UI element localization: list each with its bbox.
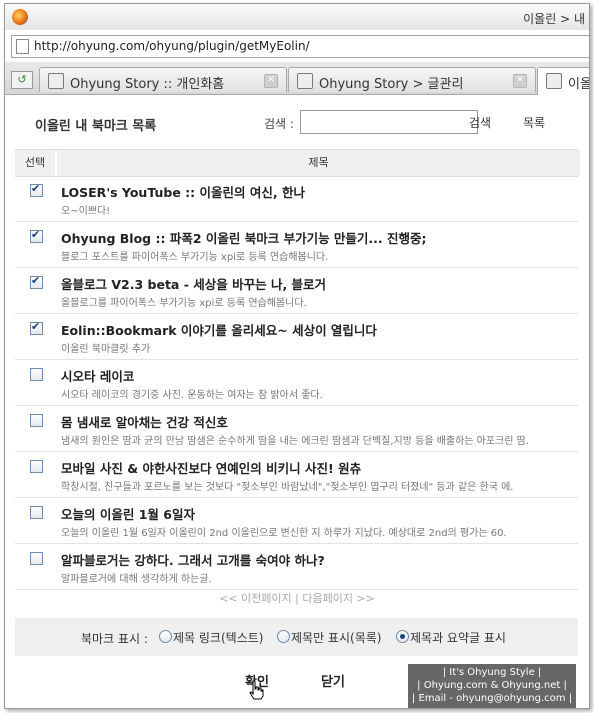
bookmark-title[interactable]: LOSER's YouTube :: 이올린의 여신, 한나 <box>61 182 305 201</box>
browser-window: 이올린 > 내 http://ohyung.com/ohyung/plugin/… <box>4 3 590 709</box>
tab-label: 이올 <box>568 77 590 92</box>
hand-cursor-icon <box>249 680 264 700</box>
table-row: 알파블로거는 강하다. 그래서 고개를 숙여야 하나? 알파블로거에 대해 생각하… <box>15 544 578 590</box>
bookmark-checkbox[interactable] <box>30 414 43 427</box>
bookmark-title[interactable]: 모바일 사진 & 야한사진보다 연예인의 비키니 사진! 원츄 <box>61 458 361 477</box>
radio-title-link-label[interactable]: 제목 링크(텍스트) <box>173 629 263 646</box>
page-title: 이올린 내 북마크 목록 <box>35 119 157 134</box>
close-icon[interactable]: ✕ <box>264 74 278 88</box>
favicon-icon <box>297 73 313 89</box>
table-row: 시오타 레이코시오타 레이코의 경기중 사진. 운동하는 여자는 참 밝아서 좋… <box>15 360 578 406</box>
favicon-icon <box>546 73 562 89</box>
bookmark-summary: 시오타 레이코의 경기중 사진. 운동하는 여자는 참 밝아서 좋다. <box>61 390 323 401</box>
pagination[interactable]: << 이전페이지 | 다음페이지 >> <box>5 590 589 606</box>
bookmark-checkbox[interactable] <box>30 274 43 289</box>
search-button[interactable]: 검색 <box>469 114 491 131</box>
page-content: 이올린 내 북마크 목록 검색 : 검색 목록 선택 제목 LOSER's Yo… <box>5 95 589 708</box>
bookmark-title[interactable]: 오늘의 이올린 1월 6일자 <box>61 504 195 523</box>
bookmark-summary: 올블로그를 파이어폭스 부가기능 xpi로 등록 연습해봅니다. <box>61 298 307 309</box>
table-row: 올블로그 V2.3 beta - 세상을 바꾸는 나, 블로거올블로그를 파이어… <box>15 268 578 314</box>
table-row: Eolin::Bookmark 이야기를 올리세요~ 세상이 열립니다이올린 북… <box>15 314 578 360</box>
display-options-label: 북마크 표시 : <box>81 632 148 646</box>
column-header-select: 선택 <box>15 150 55 176</box>
bookmark-checkbox[interactable] <box>30 228 43 243</box>
bookmark-checkbox[interactable] <box>30 552 43 565</box>
bookmark-title[interactable]: Ohyung Blog :: 파폭2 이올린 북마크 부가기능 만들기... 진… <box>61 228 427 247</box>
tab-post-admin[interactable]: Ohyung Story > 글관리 ✕ <box>288 67 536 92</box>
bookmark-title[interactable]: 올블로그 V2.3 beta - 세상을 바꾸는 나, 블로거 <box>61 274 326 293</box>
watermark-line: | It's Ohyung Style | <box>442 667 542 678</box>
table-header: 선택 제목 <box>15 149 580 177</box>
url-text[interactable]: http://ohyung.com/ohyung/plugin/getMyEol… <box>34 39 310 53</box>
tab-label: Ohyung Story > 글관리 <box>319 77 464 92</box>
radio-title-link[interactable] <box>159 630 172 643</box>
close-icon[interactable]: ✕ <box>513 74 527 88</box>
column-header-title: 제목 <box>55 150 580 176</box>
tab-personal-home[interactable]: Ohyung Story :: 개인화홈 ✕ <box>39 67 287 92</box>
radio-title-only-label[interactable]: 제목만 표시(목록) <box>291 629 381 646</box>
bookmark-summary: 학창시절, 친구들과 포르노를 보는 것보다 "젖소부인 바람났네","젖소부인… <box>61 482 514 493</box>
radio-title-summary-label[interactable]: 제목과 요약글 표시 <box>410 629 506 646</box>
page-icon <box>16 39 29 54</box>
bookmark-list: LOSER's YouTube :: 이올린의 여신, 한나오~이쁘다!Ohyu… <box>15 176 578 590</box>
search-label: 검색 : <box>264 117 294 131</box>
watermark: | It's Ohyung Style | | Ohyung.com & Ohy… <box>408 664 576 708</box>
bookmark-title[interactable]: 알파블로거는 강하다. 그래서 고개를 숙여야 하나? <box>61 550 325 569</box>
bookmark-summary: 이올린 북마클릿 추가 <box>61 344 151 355</box>
bookmark-checkbox[interactable] <box>30 460 43 473</box>
bookmark-title[interactable]: 몸 냄새로 알아채는 건강 적신호 <box>61 412 228 431</box>
tab-eolin-active[interactable]: 이올 <box>537 67 590 95</box>
watermark-line: | Ohyung.com & Ohyung.net | <box>417 680 567 691</box>
bookmark-checkbox[interactable] <box>30 320 43 335</box>
title-bar: 이올린 > 내 <box>5 4 589 30</box>
bookmark-summary: 냄새의 원인은 땀과 균의 만남 땀샘은 순수하게 땀을 내는 에크린 땀샘과 … <box>61 436 530 447</box>
tab-strip: ↺ Ohyung Story :: 개인화홈 ✕ Ohyung Story > … <box>5 62 589 95</box>
table-row: Ohyung Blog :: 파폭2 이올린 북마크 부가기능 만들기... 진… <box>15 222 578 268</box>
search-input[interactable] <box>300 110 478 134</box>
radio-title-summary[interactable] <box>396 630 409 643</box>
bookmark-summary: 알파블로거에 대해 생각하게 하는글. <box>61 574 212 585</box>
bookmark-title[interactable]: 시오타 레이코 <box>61 366 134 385</box>
favicon-icon <box>48 73 64 89</box>
bookmark-checkbox[interactable] <box>30 506 43 519</box>
table-row: 모바일 사진 & 야한사진보다 연예인의 비키니 사진! 원츄학창시절, 친구들… <box>15 452 578 498</box>
close-button[interactable]: 닫기 <box>321 671 345 690</box>
bookmark-title[interactable]: Eolin::Bookmark 이야기를 올리세요~ 세상이 열립니다 <box>61 320 377 339</box>
list-button[interactable]: 목록 <box>523 114 545 131</box>
table-row: 몸 냄새로 알아채는 건강 적신호냄새의 원인은 땀과 균의 만남 땀샘은 순수… <box>15 406 578 452</box>
radio-title-only[interactable] <box>277 630 290 643</box>
address-bar[interactable]: http://ohyung.com/ohyung/plugin/getMyEol… <box>11 35 589 58</box>
table-row: LOSER's YouTube :: 이올린의 여신, 한나오~이쁘다! <box>15 176 578 222</box>
new-tab-icon[interactable]: ↺ <box>11 71 33 89</box>
bookmark-checkbox[interactable] <box>30 368 43 381</box>
tab-label: Ohyung Story :: 개인화홈 <box>70 77 225 92</box>
bookmark-summary: 오늘의 이올린 1월 6일자 이올린이 2nd 이올린으로 변신한 지 하루가 … <box>61 528 507 539</box>
watermark-line: | Email - ohyung@ohyung.com | <box>411 693 573 704</box>
bookmark-checkbox[interactable] <box>30 182 43 197</box>
bookmark-summary: 오~이쁘다! <box>61 206 111 217</box>
display-options: 북마크 표시 : 제목 링크(텍스트) 제목만 표시(목록) 제목과 요약글 표… <box>15 618 578 656</box>
table-row: 오늘의 이올린 1월 6일자오늘의 이올린 1월 6일자 이올린이 2nd 이올… <box>15 498 578 544</box>
bookmark-summary: 블로그 포스트를 파이어폭스 부가기능 xpi로 등록 연습해봅니다. <box>61 252 329 263</box>
window-title: 이올린 > 내 <box>523 12 585 26</box>
firefox-icon <box>12 9 28 25</box>
